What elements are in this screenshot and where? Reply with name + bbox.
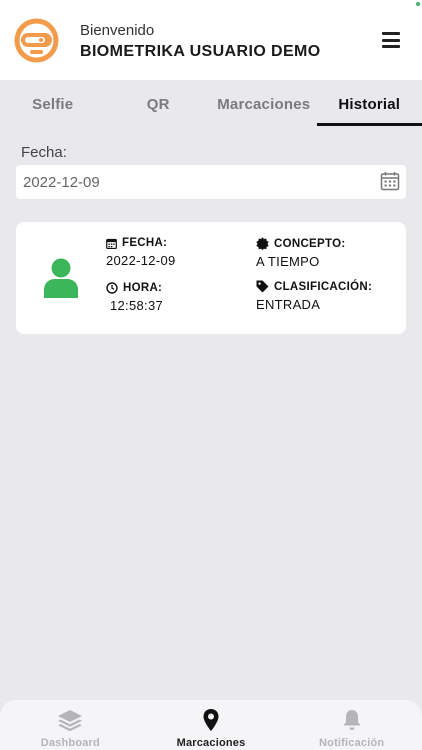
bottom-nav: Dashboard Marcaciones Notificación	[0, 700, 422, 750]
bell-icon	[343, 710, 361, 730]
fecha-label: FECHA:	[122, 237, 168, 249]
clasificacion-label: CLASIFICACIÓN:	[274, 280, 373, 293]
date-input[interactable]	[16, 165, 406, 199]
nav-dashboard[interactable]: Dashboard	[0, 700, 141, 750]
fecha-block: FECHA: 2022-12-09	[106, 237, 176, 268]
clasificacion-value: ENTRADA	[256, 297, 321, 312]
nav-notificacion-label: Notificación	[319, 737, 385, 749]
tab-bar: Selfie QR Marcaciones Historial	[0, 80, 422, 128]
tab-selfie[interactable]: Selfie	[0, 80, 106, 128]
nav-marcaciones-label: Marcaciones	[176, 737, 246, 749]
attendance-record-card: FECHA: 2022-12-09 HORA: 12:58:37 CONCEPT…	[16, 222, 406, 334]
status-dot	[416, 2, 420, 6]
concepto-block: CONCEPTO: A TIEMPO	[256, 237, 346, 269]
hora-value: 12:58:37	[110, 298, 164, 313]
tab-marcaciones[interactable]: Marcaciones	[211, 80, 317, 128]
fecha-value: 2022-12-09	[106, 253, 176, 268]
concepto-label: CONCEPTO:	[274, 237, 346, 250]
concepto-value: A TIEMPO	[256, 254, 320, 269]
hora-block: HORA: 12:58:37	[106, 282, 163, 313]
username-text: BIOMETRIKA USUARIO DEMO	[80, 43, 321, 60]
app-header: Bienvenido BIOMETRIKA USUARIO DEMO	[0, 0, 422, 80]
tag-icon	[256, 280, 269, 293]
map-pin-icon	[203, 709, 219, 731]
tab-historial[interactable]: Historial	[316, 80, 422, 128]
calendar-icon[interactable]	[380, 171, 400, 191]
hora-label: HORA:	[123, 282, 163, 294]
calendar-small-icon	[106, 238, 117, 249]
user-icon	[44, 258, 78, 298]
tab-qr[interactable]: QR	[106, 80, 212, 128]
nav-notificacion[interactable]: Notificación	[281, 700, 422, 750]
nav-dashboard-label: Dashboard	[40, 737, 100, 749]
layers-icon	[58, 710, 83, 732]
greeting-text: Bienvenido	[80, 22, 155, 39]
clasificacion-block: CLASIFICACIÓN: ENTRADA	[256, 280, 372, 312]
nav-marcaciones[interactable]: Marcaciones	[141, 700, 282, 750]
clock-icon	[106, 282, 118, 294]
robot-logo-icon	[14, 18, 59, 63]
badge-icon	[256, 237, 269, 250]
date-field-label: Fecha:	[21, 144, 67, 161]
hamburger-menu-icon[interactable]	[382, 32, 400, 48]
